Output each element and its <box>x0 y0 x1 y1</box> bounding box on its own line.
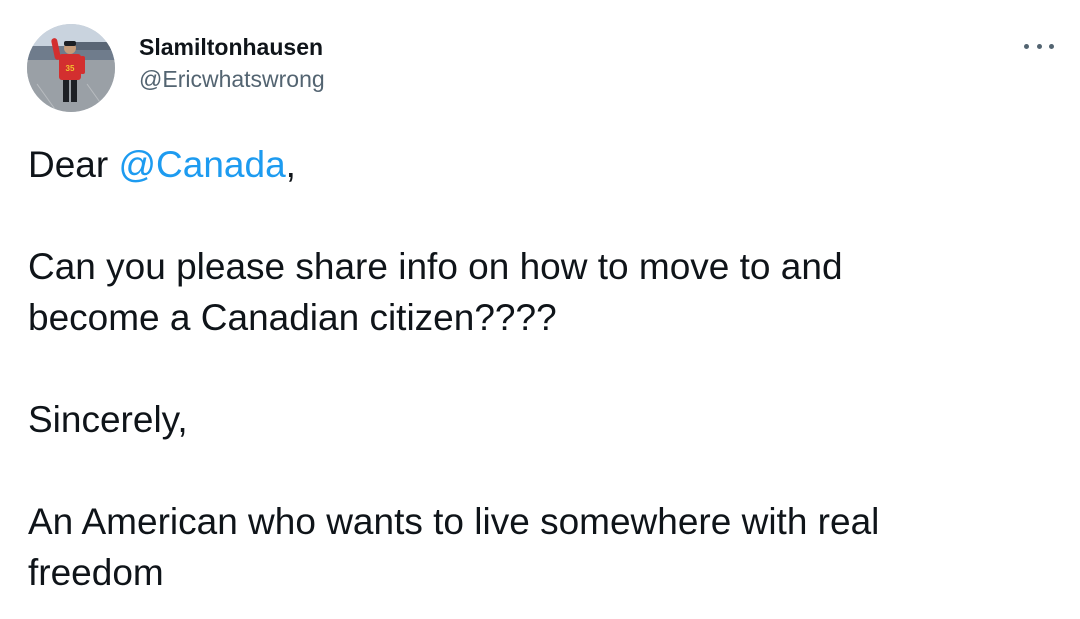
tweet-header: 35 Slamiltonhausen @Ericwhatswrong <box>27 24 325 112</box>
signoff-line: Sincerely, <box>28 399 188 440</box>
greeting-suffix: , <box>285 144 296 185</box>
avatar[interactable]: 35 <box>27 24 115 112</box>
tweet-text: Dear @Canada, Can you please share info … <box>28 139 1058 598</box>
greeting-line: Dear @Canada, <box>28 139 1058 190</box>
signature-paragraph: An American who wants to live somewhere … <box>28 501 880 593</box>
author-info: Slamiltonhausen @Ericwhatswrong <box>139 32 325 94</box>
dot <box>1024 43 1029 49</box>
jersey-number: 35 <box>66 64 75 73</box>
dot <box>1049 43 1054 49</box>
display-name[interactable]: Slamiltonhausen <box>139 32 325 62</box>
mention-link[interactable]: @Canada <box>118 144 285 185</box>
dot <box>1036 43 1042 49</box>
request-paragraph: Can you please share info on how to move… <box>28 246 843 338</box>
more-dots-icon[interactable] <box>1024 38 1054 54</box>
greeting-prefix: Dear <box>28 144 119 185</box>
avatar-photo: 35 <box>27 24 115 112</box>
tweet-card: 35 Slamiltonhausen @Ericwhatswrong Dear … <box>0 0 1080 619</box>
user-handle[interactable]: @Ericwhatswrong <box>139 64 325 94</box>
